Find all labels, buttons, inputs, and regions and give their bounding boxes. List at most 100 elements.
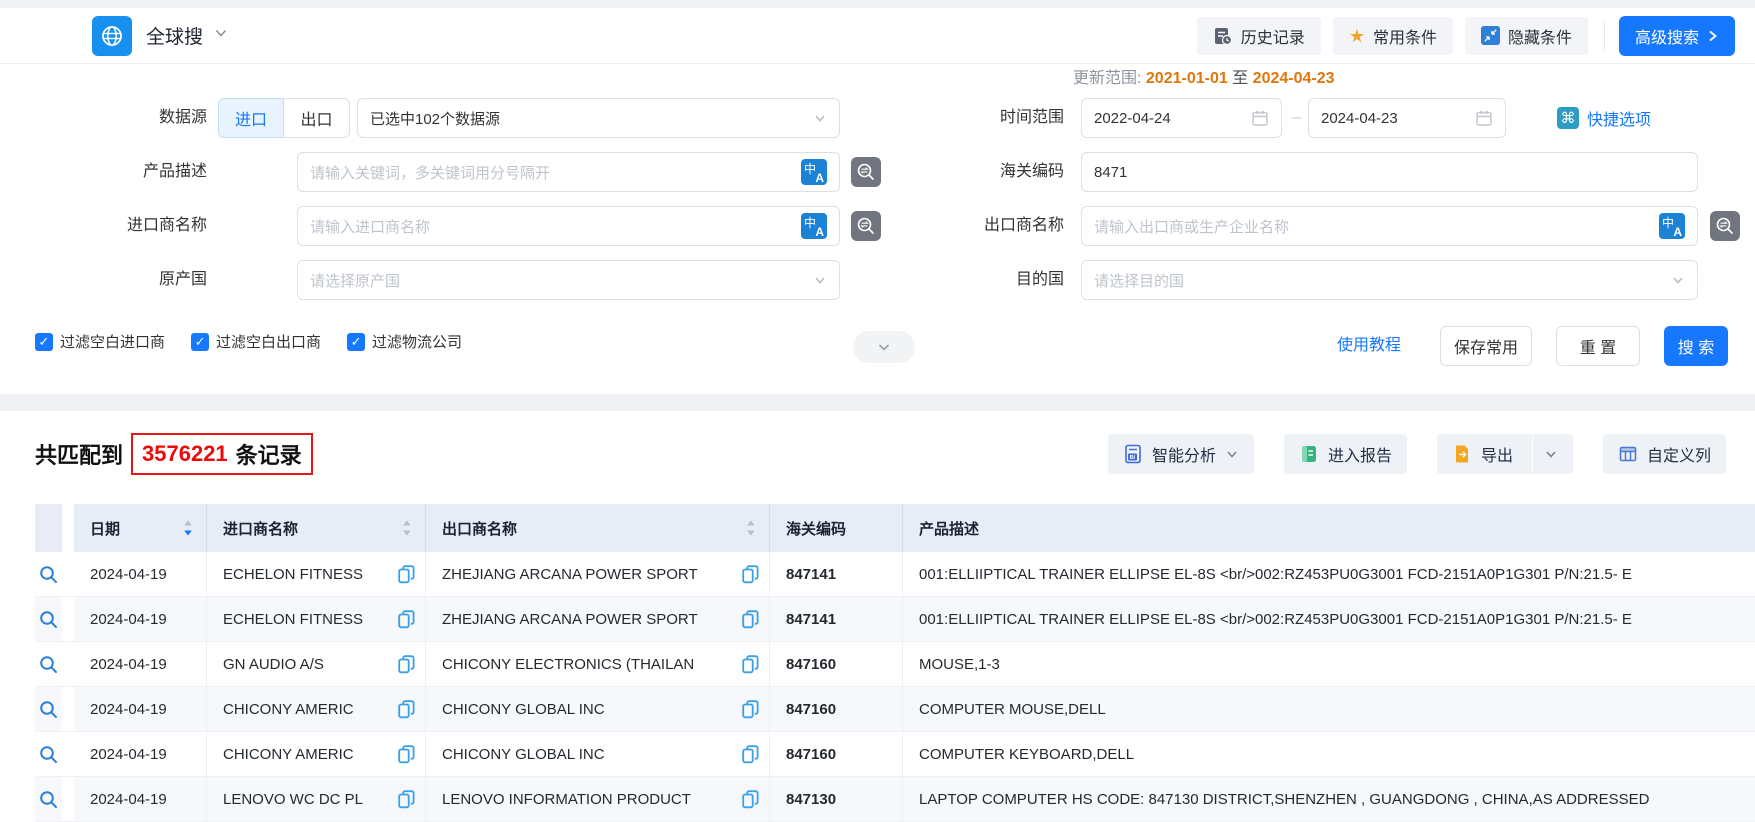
search-form: 数据源 进口 出口 已选中102个数据源 更新范围: 2021-01-01 至 … [0, 64, 1755, 394]
export-icon [1452, 444, 1472, 464]
sort-icon[interactable] [402, 519, 412, 537]
hs-code-input[interactable]: 8471 [1081, 152, 1698, 192]
row-detail-search-icon[interactable] [39, 790, 58, 809]
table-body: 2024-04-19 ECHELON FITNESS ZHEJIANG ARCA… [35, 552, 1755, 822]
checkbox-checked-icon: ✓ [35, 333, 53, 351]
table-row[interactable]: 2024-04-19 CHICONY AMERIC CHICONY GLOBAL… [35, 687, 1755, 732]
exporter-label: 出口商名称 [900, 206, 1064, 246]
copy-icon[interactable] [398, 745, 415, 764]
filter-blank-importer-checkbox[interactable]: ✓ 过滤空白进口商 [35, 331, 165, 352]
favorites-button[interactable]: ★ 常用条件 [1333, 17, 1453, 55]
copy-icon[interactable] [742, 745, 759, 764]
expand-conditions-button[interactable] [853, 331, 915, 363]
chevron-down-icon [1671, 273, 1685, 287]
cell-hs-code: 847141 [770, 552, 903, 596]
svg-text:BI: BI [1129, 455, 1135, 461]
data-source-select[interactable]: 已选中102个数据源 [357, 98, 840, 138]
export-tab[interactable]: 出口 [284, 98, 350, 138]
cell-description: 001:ELLIIPTICAL TRAINER ELLIPSE EL-8S <b… [903, 597, 1755, 641]
origin-country-select[interactable]: 请选择原产国 [297, 260, 840, 300]
enter-report-button[interactable]: 进入报告 [1284, 434, 1407, 474]
date-end-input[interactable]: 2024-04-23 [1308, 98, 1506, 138]
filter-label: 过滤物流公司 [372, 331, 462, 352]
copy-icon[interactable] [398, 565, 415, 584]
translate-icon[interactable]: 中 A [801, 159, 827, 185]
cell-importer: ECHELON FITNESS [207, 552, 426, 596]
import-export-toggle: 进口 出口 [218, 98, 350, 138]
import-tab[interactable]: 进口 [218, 98, 284, 138]
divider [1532, 434, 1533, 474]
cell-date: 2024-04-19 [74, 597, 207, 641]
cell-exporter: ZHEJIANG ARCANA POWER SPORT [426, 552, 770, 596]
update-range: 更新范围: 2021-01-01 至 2024-04-23 [1073, 64, 1335, 88]
table-row[interactable]: 2024-04-19 ECHELON FITNESS ZHEJIANG ARCA… [35, 597, 1755, 642]
origin-country-label: 原产国 [0, 260, 207, 300]
row-detail-search-icon[interactable] [39, 745, 58, 764]
dest-country-select[interactable]: 请选择目的国 [1081, 260, 1698, 300]
filter-blank-exporter-checkbox[interactable]: ✓ 过滤空白出口商 [191, 331, 321, 352]
custom-columns-button[interactable]: 自定义列 [1603, 434, 1726, 474]
sort-icon[interactable] [746, 519, 756, 537]
importer-input[interactable]: 请输入进口商名称 中 A [297, 206, 840, 246]
date-start-input[interactable]: 2022-04-24 [1081, 98, 1282, 138]
header-description[interactable]: 产品描述 [903, 504, 1755, 552]
divider [1604, 21, 1605, 51]
save-common-button[interactable]: 保存常用 [1440, 326, 1532, 366]
translate-icon[interactable]: 中 A [1659, 213, 1685, 239]
header-hs-code[interactable]: 海关编码 [770, 504, 903, 552]
reset-button[interactable]: 重 置 [1556, 326, 1640, 366]
search-button[interactable]: 搜 索 [1664, 326, 1728, 366]
search-exclude-icon[interactable] [1710, 211, 1740, 241]
header-search-cell [35, 504, 62, 552]
row-detail-search-icon[interactable] [39, 565, 58, 584]
copy-icon[interactable] [742, 700, 759, 719]
row-detail-search-icon[interactable] [39, 655, 58, 674]
cell-exporter: CHICONY GLOBAL INC [426, 687, 770, 731]
table-row[interactable]: 2024-04-19 CHICONY AMERIC CHICONY GLOBAL… [35, 732, 1755, 777]
table-row[interactable]: 2024-04-19 GN AUDIO A/S CHICONY ELECTRON… [35, 642, 1755, 687]
header-date[interactable]: 日期 [74, 504, 207, 552]
copy-icon[interactable] [742, 790, 759, 809]
copy-icon[interactable] [398, 700, 415, 719]
chevron-down-icon[interactable] [1544, 447, 1558, 461]
copy-icon[interactable] [742, 610, 759, 629]
exporter-input[interactable]: 请输入出口商或生产企业名称 中 A [1081, 206, 1698, 246]
sort-icon-date[interactable] [183, 519, 193, 537]
dest-country-label: 目的国 [900, 260, 1064, 300]
table-row[interactable]: 2024-04-19 LENOVO WC DC PL LENOVO INFORM… [35, 777, 1755, 822]
results-section: 共匹配到 3576221 条记录 BI 智能分析 进入报告 导出 [0, 411, 1755, 818]
copy-icon[interactable] [742, 655, 759, 674]
header-exporter[interactable]: 出口商名称 [426, 504, 770, 552]
cell-description: 001:ELLIIPTICAL TRAINER ELLIPSE EL-8S <b… [903, 552, 1755, 596]
row-detail-search-icon[interactable] [39, 700, 58, 719]
result-count: 共匹配到 3576221 条记录 [35, 433, 313, 475]
filter-label: 过滤空白出口商 [216, 331, 321, 352]
search-exclude-icon[interactable] [851, 211, 881, 241]
filter-logistics-checkbox[interactable]: ✓ 过滤物流公司 [347, 331, 462, 352]
copy-icon[interactable] [742, 565, 759, 584]
product-desc-input[interactable]: 请输入关键词，多关键词用分号隔开 中 A [297, 152, 840, 192]
calendar-icon [1251, 109, 1269, 127]
copy-icon[interactable] [398, 655, 415, 674]
tutorial-link[interactable]: 使用教程 [1337, 326, 1401, 366]
smart-analysis-button[interactable]: BI 智能分析 [1108, 434, 1254, 474]
history-icon [1213, 26, 1233, 46]
copy-icon[interactable] [398, 790, 415, 809]
app-title: 全球搜 [146, 22, 203, 49]
advanced-search-button[interactable]: 高级搜索 [1619, 16, 1735, 56]
translate-icon[interactable]: 中 A [801, 213, 827, 239]
cell-exporter: ZHEJIANG ARCANA POWER SPORT [426, 597, 770, 641]
table-row[interactable]: 2024-04-19 ECHELON FITNESS ZHEJIANG ARCA… [35, 552, 1755, 597]
search-exclude-icon[interactable] [851, 157, 881, 187]
chevron-down-icon[interactable] [213, 25, 229, 46]
history-button[interactable]: 历史记录 [1197, 17, 1321, 55]
export-button[interactable]: 导出 [1437, 434, 1573, 474]
row-detail-search-icon[interactable] [39, 610, 58, 629]
hide-conditions-button[interactable]: 隐藏条件 [1465, 17, 1588, 55]
hide-conditions-label: 隐藏条件 [1508, 24, 1572, 48]
quick-options-button[interactable]: ⌘ 快捷选项 [1557, 98, 1651, 138]
cell-hs-code: 847160 [770, 732, 903, 776]
quick-options-label: 快捷选项 [1587, 106, 1651, 130]
header-importer[interactable]: 进口商名称 [207, 504, 426, 552]
copy-icon[interactable] [398, 610, 415, 629]
